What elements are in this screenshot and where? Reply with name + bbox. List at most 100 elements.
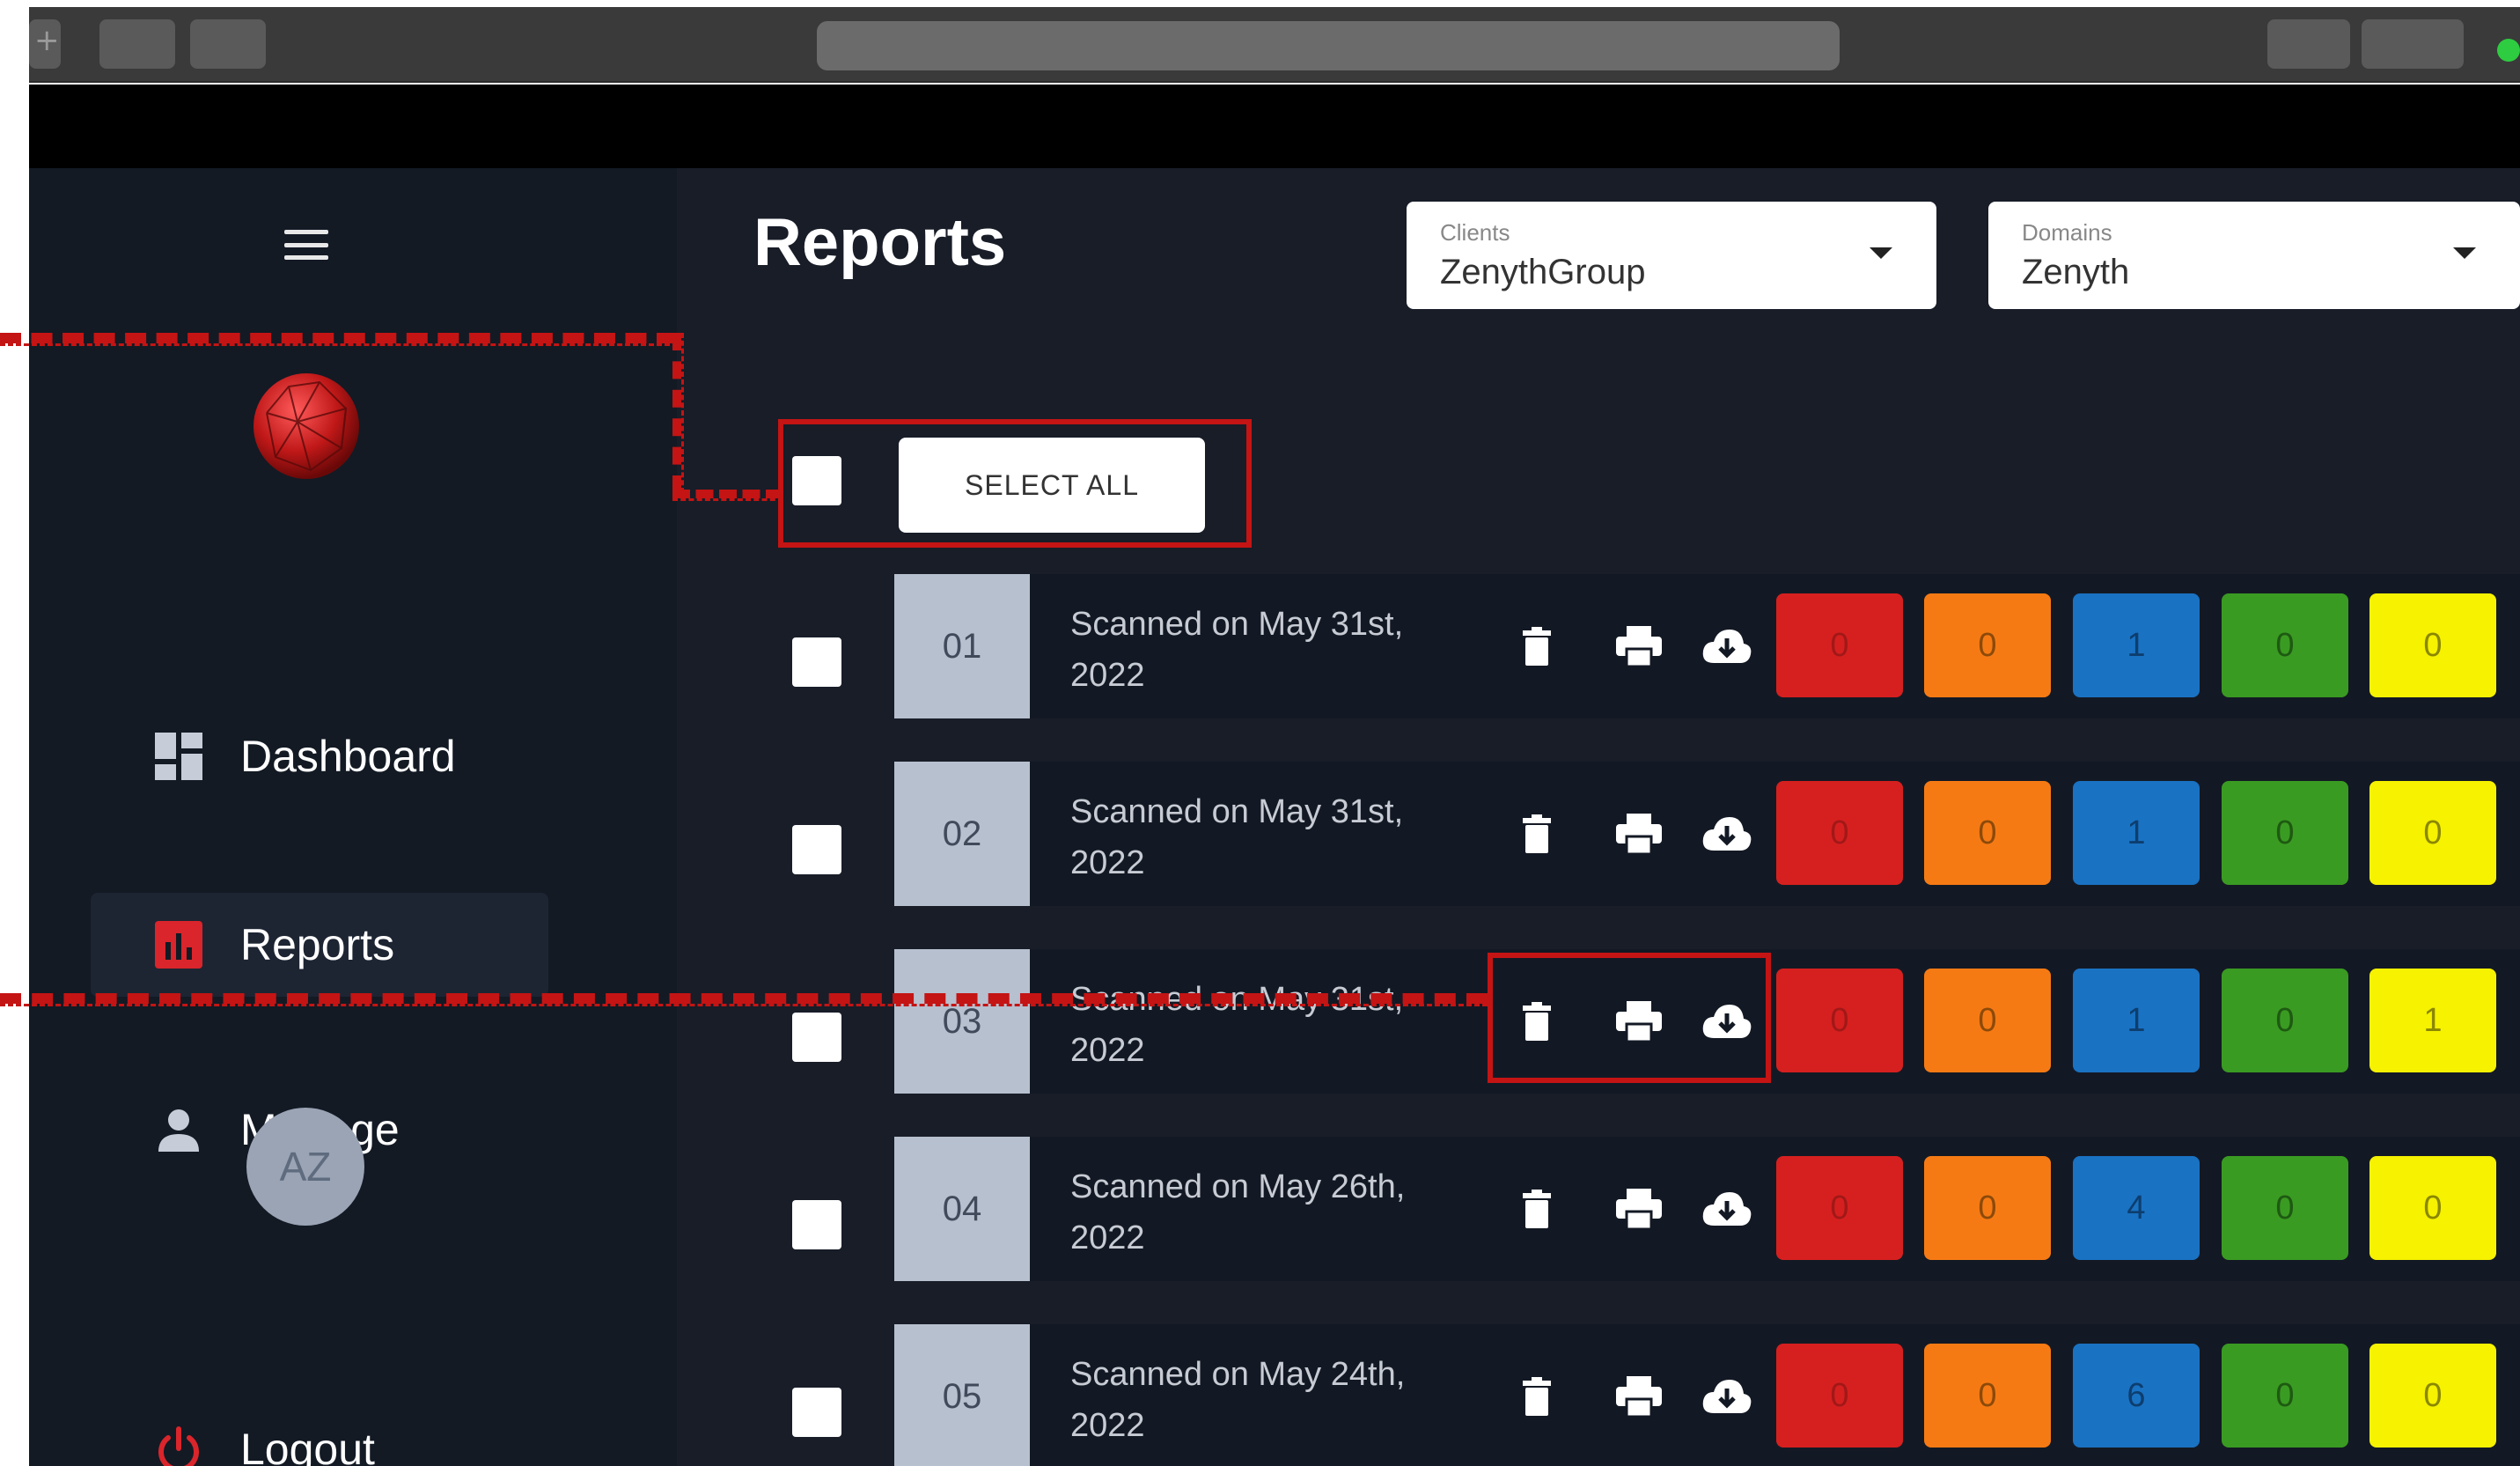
- clients-label: Clients: [1440, 219, 1510, 246]
- severity-count-badge[interactable]: 0: [2222, 969, 2348, 1072]
- domains-value: Zenyth: [2022, 253, 2130, 291]
- scan-date: Scanned on May 31st, 2022: [1070, 974, 1466, 1076]
- printer-icon[interactable]: [1613, 620, 1665, 673]
- severity-count-badge[interactable]: 0: [2222, 1156, 2348, 1260]
- scan-date-line1: Scanned on May 31st,: [1070, 606, 1404, 643]
- printer-icon[interactable]: [1613, 807, 1665, 860]
- scan-date: Scanned on May 31st, 2022: [1070, 599, 1466, 701]
- new-tab-button[interactable]: +: [29, 19, 61, 69]
- scan-date-line2: 2022: [1070, 844, 1145, 881]
- severity-count-badge[interactable]: 0: [1776, 969, 1903, 1072]
- scan-date-line1: Scanned on May 31st,: [1070, 793, 1404, 830]
- report-number: 04: [894, 1137, 1030, 1281]
- avatar[interactable]: AZ: [246, 1108, 364, 1226]
- scan-date: Scanned on May 24th, 2022: [1070, 1349, 1466, 1451]
- severity-count-badge[interactable]: 0: [2369, 593, 2496, 697]
- annotation-dash-line: [672, 490, 783, 501]
- severity-count-badge[interactable]: 1: [2369, 969, 2496, 1072]
- severity-count-badge[interactable]: 1: [2073, 969, 2200, 1072]
- severity-count-badge[interactable]: 0: [2369, 1156, 2496, 1260]
- report-number: 02: [894, 762, 1030, 906]
- severity-count-badge[interactable]: 4: [2073, 1156, 2200, 1260]
- severity-count-badge[interactable]: 1: [2073, 781, 2200, 885]
- chevron-down-icon: [2453, 247, 2476, 259]
- sidebar: Dashboard Reports Manage A: [29, 168, 677, 1466]
- printer-icon[interactable]: [1613, 1182, 1665, 1235]
- severity-count-badge[interactable]: 0: [2222, 593, 2348, 697]
- severity-count-badge[interactable]: 0: [2369, 1344, 2496, 1448]
- sidebar-item-label: Reports: [240, 920, 395, 969]
- status-dot: [2497, 39, 2520, 62]
- severity-count-badge[interactable]: 0: [1776, 781, 1903, 885]
- scan-date: Scanned on May 31st, 2022: [1070, 786, 1466, 888]
- row-checkbox[interactable]: [792, 1200, 841, 1249]
- severity-count-badge[interactable]: 0: [2222, 1344, 2348, 1448]
- scan-date-line1: Scanned on May 24th,: [1070, 1356, 1406, 1393]
- trash-icon[interactable]: [1510, 620, 1563, 673]
- severity-count-badge[interactable]: 0: [1776, 1156, 1903, 1260]
- sidebar-item-logout[interactable]: Logout: [91, 1397, 548, 1466]
- page-title: Reports: [753, 205, 1007, 280]
- person-icon: [152, 1103, 205, 1156]
- severity-count-badge[interactable]: 0: [1924, 781, 2051, 885]
- scan-date-line2: 2022: [1070, 1219, 1145, 1256]
- row-checkbox[interactable]: [792, 1013, 841, 1062]
- annotation-select-all-box: [778, 419, 1252, 548]
- annotation-actions-box: [1488, 953, 1771, 1083]
- scan-date-line2: 2022: [1070, 1407, 1145, 1444]
- chevron-down-icon: [1870, 247, 1892, 259]
- scan-date: Scanned on May 26th, 2022: [1070, 1161, 1466, 1263]
- sidebar-item-reports[interactable]: Reports: [91, 893, 548, 997]
- trash-icon[interactable]: [1510, 807, 1563, 860]
- severity-count-badge[interactable]: 0: [1924, 593, 2051, 697]
- severity-count-badge[interactable]: 0: [2222, 781, 2348, 885]
- scan-date-line2: 2022: [1070, 1032, 1145, 1069]
- scan-date-line1: Scanned on May 26th,: [1070, 1168, 1406, 1205]
- severity-count-badge[interactable]: 0: [2369, 781, 2496, 885]
- annotation-dash-line: [0, 993, 1488, 1006]
- bar-chart-icon: [152, 918, 205, 971]
- top-bar: [29, 85, 2520, 168]
- table-row[interactable]: 05 Scanned on May 24th, 2022 0 0 6 0 0: [894, 1324, 2520, 1466]
- sidebar-toggle-button[interactable]: [2267, 19, 2350, 69]
- cloud-download-icon[interactable]: [1701, 620, 1753, 673]
- severity-count-badge[interactable]: 0: [1924, 1156, 2051, 1260]
- severity-count-badge[interactable]: 6: [2073, 1344, 2200, 1448]
- power-icon: [152, 1423, 205, 1466]
- table-row[interactable]: 02 Scanned on May 31st, 2022 0 0 1 0 0: [894, 762, 2520, 906]
- cloud-download-icon[interactable]: [1701, 1370, 1753, 1423]
- row-checkbox[interactable]: [792, 637, 841, 687]
- tabs-button[interactable]: [99, 19, 175, 69]
- severity-count-badge[interactable]: 0: [1776, 593, 1903, 697]
- address-bar[interactable]: [817, 21, 1840, 70]
- severity-count-badge[interactable]: 0: [1776, 1344, 1903, 1448]
- table-row[interactable]: 01 Scanned on May 31st, 2022 0 0 1 0 0: [894, 574, 2520, 718]
- report-number: 01: [894, 574, 1030, 718]
- sidebar-item-label: Dashboard: [240, 732, 456, 781]
- domains-select[interactable]: Domains Zenyth: [1988, 202, 2520, 309]
- annotation-dash-line: [672, 333, 684, 493]
- clients-select[interactable]: Clients ZenythGroup: [1407, 202, 1936, 309]
- row-checkbox[interactable]: [792, 825, 841, 874]
- dashboard-grid-icon: [152, 730, 205, 783]
- row-checkbox[interactable]: [792, 1388, 841, 1437]
- report-number: 03: [894, 949, 1030, 1094]
- share-button[interactable]: [190, 19, 266, 69]
- cloud-download-icon[interactable]: [1701, 1182, 1753, 1235]
- trash-icon[interactable]: [1510, 1182, 1563, 1235]
- scan-date-line2: 2022: [1070, 657, 1145, 694]
- red-polyhedron-logo: [253, 373, 359, 479]
- hamburger-icon[interactable]: [284, 230, 328, 260]
- table-row[interactable]: 04 Scanned on May 26th, 2022 0 0 4 0 0: [894, 1137, 2520, 1281]
- severity-count-badge[interactable]: 0: [1924, 969, 2051, 1072]
- nav-arrows-button[interactable]: [2362, 19, 2464, 69]
- sidebar-item-label: Logout: [240, 1425, 375, 1466]
- severity-count-badge[interactable]: 0: [1924, 1344, 2051, 1448]
- report-number: 05: [894, 1324, 1030, 1466]
- cloud-download-icon[interactable]: [1701, 807, 1753, 860]
- sidebar-item-dashboard[interactable]: Dashboard: [91, 704, 548, 808]
- severity-count-badge[interactable]: 1: [2073, 593, 2200, 697]
- trash-icon[interactable]: [1510, 1370, 1563, 1423]
- clients-value: ZenythGroup: [1440, 253, 1646, 291]
- printer-icon[interactable]: [1613, 1370, 1665, 1423]
